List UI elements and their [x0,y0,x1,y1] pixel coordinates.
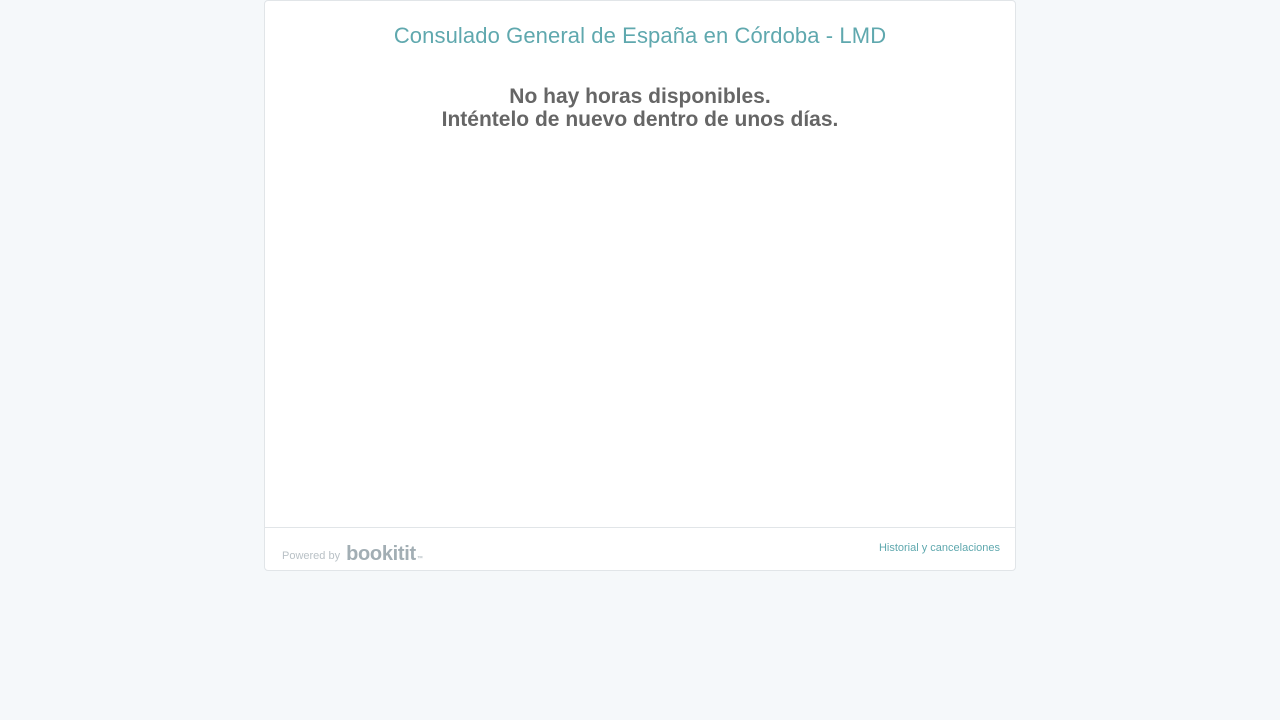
message-line-1: No hay horas disponibles. [509,85,771,108]
history-cancellations-link[interactable]: Historial y cancelaciones [879,542,1000,554]
booking-widget: Consulado General de España en Córdoba -… [264,0,1016,571]
message-line-2: Inténtelo de nuevo dentro de unos días. [441,108,839,131]
powered-by-label: Powered by [282,550,341,562]
logo-trademark: ™ [416,556,423,562]
page-title: Consulado General de España en Córdoba -… [393,23,887,48]
availability-message: No hay horas disponibles. Inténtelo de n… [265,85,1015,131]
footer: Powered by bookitit ™ Historial y cancel… [265,527,1015,571]
bookitit-logo: bookitit [346,543,416,565]
powered-by-bookitit[interactable]: Powered by bookitit ™ [282,542,423,564]
